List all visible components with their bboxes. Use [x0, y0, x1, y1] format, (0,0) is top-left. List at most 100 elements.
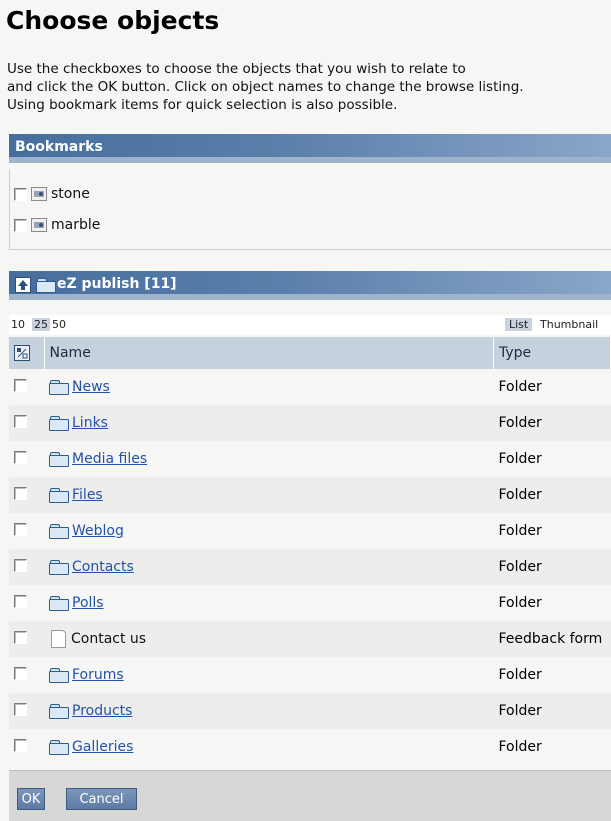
row-checkbox-cell	[9, 405, 44, 441]
bookmark-checkbox[interactable]	[14, 218, 27, 232]
row-checkbox-cell	[9, 693, 44, 729]
row-checkbox-cell	[9, 585, 44, 621]
row-checkbox-cell	[9, 729, 44, 765]
bookmark-checkbox[interactable]	[14, 187, 27, 201]
folder-icon	[49, 560, 69, 575]
limit-10-link[interactable]: 10	[11, 318, 25, 331]
object-name-link[interactable]: Forums	[72, 667, 124, 683]
row-type: Folder	[493, 693, 611, 729]
row-name: Forums	[49, 667, 489, 683]
folder-icon	[49, 524, 69, 539]
row-type: Folder	[493, 441, 611, 477]
ok-button[interactable]: OK	[17, 788, 45, 810]
row-name-cell: News	[44, 369, 494, 405]
arrow-up-icon	[18, 280, 28, 290]
view-list-button[interactable]: List	[505, 318, 533, 331]
object-name-link[interactable]: Products	[72, 703, 132, 719]
row-checkbox[interactable]	[14, 630, 27, 644]
table-header-row: Name Type	[9, 337, 611, 369]
up-one-level-button[interactable]	[15, 277, 31, 293]
checkbox-toggle-icon	[17, 348, 28, 359]
intro-text: Use the checkboxes to choose the objects…	[7, 60, 607, 114]
row-name-cell: Files	[44, 477, 494, 513]
row-name: Contact us	[49, 630, 489, 648]
folder-icon	[49, 488, 69, 503]
object-list-body: News Folder Links Folder Media files Folder Fi…	[9, 369, 611, 765]
bookmarks-title: Bookmarks	[15, 139, 103, 155]
object-name-link[interactable]: Galleries	[72, 739, 133, 755]
table-row: Media files Folder	[9, 441, 611, 477]
row-checkbox-cell	[9, 549, 44, 585]
browse-header: eZ publish [11]	[9, 271, 611, 300]
page-title: Choose objects	[6, 6, 220, 35]
bookmarks-header: Bookmarks	[9, 134, 611, 163]
row-name-cell: Galleries	[44, 729, 494, 765]
row-checkbox[interactable]	[14, 666, 27, 680]
invert-selection-icon[interactable]	[14, 345, 30, 361]
row-checkbox[interactable]	[14, 738, 27, 752]
row-checkbox[interactable]	[14, 522, 27, 536]
table-row: Galleries Folder	[9, 729, 611, 765]
limit-50-link[interactable]: 50	[52, 318, 66, 331]
row-checkbox[interactable]	[14, 558, 27, 572]
row-type: Folder	[493, 585, 611, 621]
choose-objects-page: Choose objects Use the checkboxes to cho…	[0, 0, 611, 821]
object-name-link[interactable]: Contacts	[72, 559, 134, 575]
row-checkbox[interactable]	[14, 594, 27, 608]
row-name-cell: Media files	[44, 441, 494, 477]
object-list-table: Name Type News Folder Links Folder Media fil…	[9, 337, 611, 765]
row-name-cell: Contact us	[44, 621, 494, 657]
table-row: Products Folder	[9, 693, 611, 729]
view-thumbnail-link[interactable]: Thumbnail	[540, 318, 598, 331]
name-column-header: Name	[44, 337, 494, 369]
browse-title: eZ publish [11]	[57, 276, 177, 292]
object-name-link[interactable]: Weblog	[72, 523, 124, 539]
row-type: Folder	[493, 369, 611, 405]
row-type: Folder	[493, 657, 611, 693]
object-name-link[interactable]: Files	[72, 487, 103, 503]
row-name-cell: Links	[44, 405, 494, 441]
row-name: Media files	[49, 451, 489, 467]
row-checkbox[interactable]	[14, 450, 27, 464]
pager-bar: 10 25 50 List Thumbnail	[9, 315, 611, 335]
object-name-link[interactable]: Links	[72, 415, 108, 431]
row-checkbox[interactable]	[14, 378, 27, 392]
bookmark-item: stone	[14, 184, 90, 204]
row-name-cell: Products	[44, 693, 494, 729]
type-column-header: Type	[493, 337, 611, 369]
folder-icon	[49, 416, 69, 431]
limit-25-selected[interactable]: 25	[32, 318, 50, 331]
row-name-cell: Polls	[44, 585, 494, 621]
bookmark-label: marble	[51, 217, 101, 233]
table-row: Contacts Folder	[9, 549, 611, 585]
bookmark-label: stone	[51, 186, 90, 202]
action-bar: OK Cancel	[9, 770, 611, 821]
row-type: Folder	[493, 513, 611, 549]
row-name: News	[49, 379, 489, 395]
row-checkbox[interactable]	[14, 414, 27, 428]
document-icon	[51, 630, 66, 648]
row-checkbox-cell	[9, 657, 44, 693]
row-name: Galleries	[49, 739, 489, 755]
object-name-link[interactable]: Polls	[72, 595, 104, 611]
row-type: Folder	[493, 549, 611, 585]
row-name: Files	[49, 487, 489, 503]
table-row: Forums Folder	[9, 657, 611, 693]
cancel-button[interactable]: Cancel	[66, 788, 137, 810]
row-checkbox[interactable]	[14, 486, 27, 500]
row-type: Folder	[493, 405, 611, 441]
intro-line: Using bookmark items for quick selection…	[7, 97, 398, 113]
object-name-link[interactable]: News	[72, 379, 110, 395]
folder-icon	[36, 278, 56, 293]
row-name-cell: Forums	[44, 657, 494, 693]
row-checkbox-cell	[9, 369, 44, 405]
row-name: Products	[49, 703, 489, 719]
row-name-cell: Contacts	[44, 549, 494, 585]
table-row: Files Folder	[9, 477, 611, 513]
intro-line: and click the OK button. Click on object…	[7, 79, 524, 95]
row-type: Feedback form	[493, 621, 611, 657]
row-checkbox-cell	[9, 621, 44, 657]
object-name-link[interactable]: Media files	[72, 451, 147, 467]
row-name: Links	[49, 415, 489, 431]
row-checkbox[interactable]	[14, 702, 27, 716]
